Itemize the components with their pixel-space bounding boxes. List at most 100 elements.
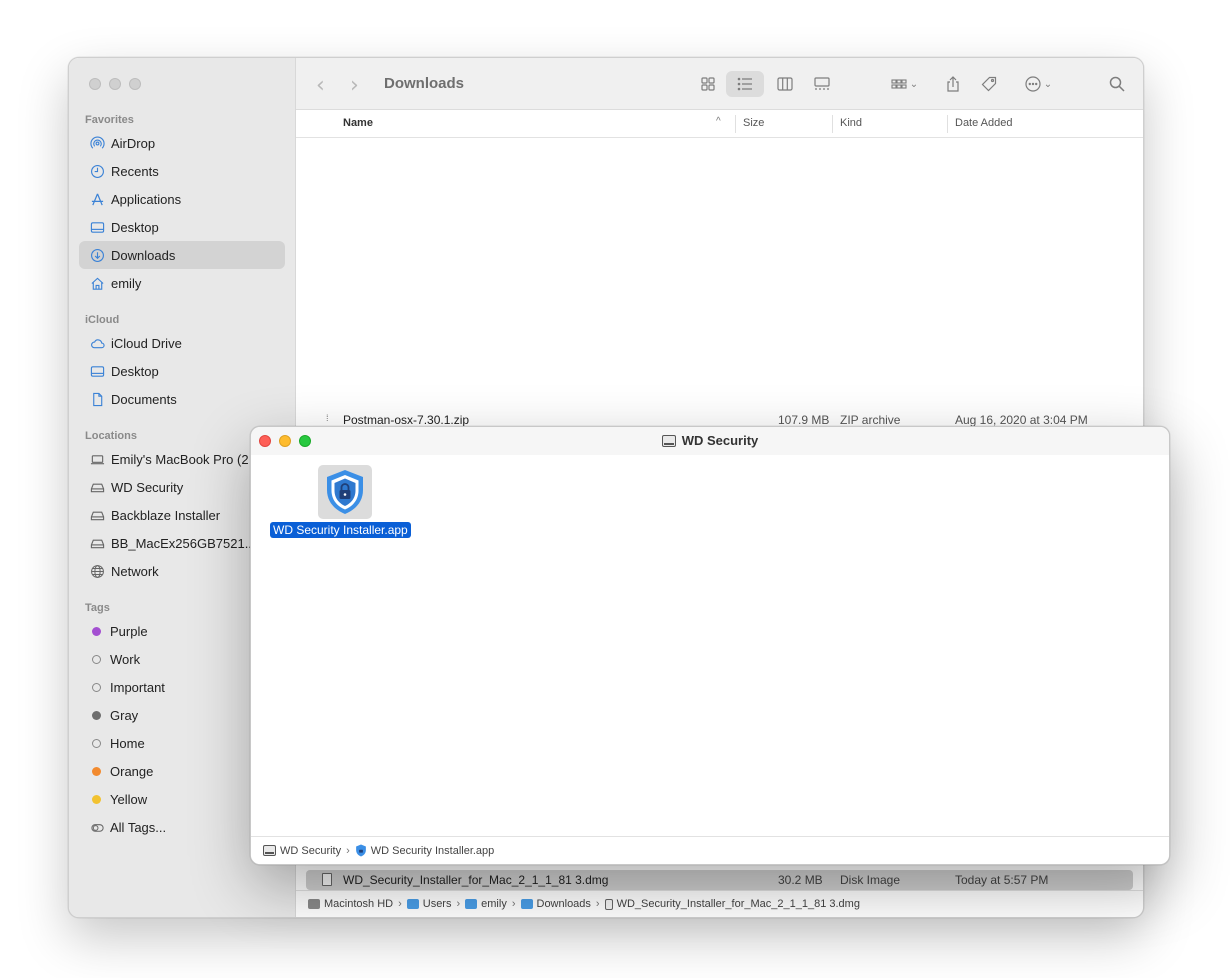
group-icon	[891, 79, 907, 89]
file-name: Postman-osx-7.30.1.zip	[343, 413, 470, 427]
column-date-added[interactable]: Date Added	[955, 117, 1013, 129]
dmg-file-icon	[322, 873, 332, 886]
sidebar-item-label: Important	[110, 679, 165, 695]
column-kind[interactable]: Kind	[840, 117, 862, 129]
grid-icon	[701, 77, 715, 91]
path-label: Users	[422, 898, 452, 910]
title-bar[interactable]: WD Security	[251, 427, 1169, 455]
tag-color-dot	[92, 766, 101, 776]
locations-header: Locations	[85, 430, 137, 442]
desktop-icon	[89, 363, 105, 379]
app-name-label[interactable]: WD Security Installer.app	[270, 522, 411, 538]
dmg-file-icon	[604, 898, 613, 910]
sidebar-item-label: Recents	[111, 163, 159, 179]
chevron-right-icon: ›	[595, 898, 600, 910]
forward-button[interactable]: ›	[350, 73, 359, 98]
path-item[interactable]: Downloads	[520, 898, 591, 910]
sidebar-item-documents[interactable]: Documents	[79, 385, 285, 413]
sidebar-item-label: emily	[111, 275, 142, 291]
shield-lock-icon	[355, 844, 366, 857]
tag-empty-dot	[92, 654, 101, 664]
sidebar-item-desktop[interactable]: Desktop	[79, 213, 285, 241]
sidebar-item-icloud-desktop[interactable]: Desktop	[79, 357, 285, 385]
table-row-selected[interactable]: WD_Security_Installer_for_Mac_2_1_1_81 3…	[306, 870, 1133, 890]
sidebar-item-label: iCloud Drive	[111, 335, 182, 351]
share-icon	[947, 76, 959, 92]
file-date: Today at 5:57 PM	[955, 873, 1049, 887]
tag-button[interactable]	[976, 71, 1002, 97]
chevron-down-icon: ⌄	[1043, 78, 1053, 90]
path-item[interactable]: WD_Security_Installer_for_Mac_2_1_1_81 3…	[604, 898, 860, 910]
desktop-icon	[89, 219, 105, 235]
sidebar-item-airdrop[interactable]: AirDrop	[79, 129, 285, 157]
sidebar-item-label: Orange	[110, 763, 154, 779]
sidebar-item-label: Downloads	[111, 247, 176, 263]
file-date: Aug 16, 2020 at 3:04 PM	[955, 413, 1088, 427]
path-item[interactable]: emily	[465, 898, 507, 910]
sidebar-item-home[interactable]: emily	[79, 269, 285, 297]
sidebar-item-label: AirDrop	[111, 135, 156, 151]
folder-icon	[406, 899, 419, 909]
applications-icon	[89, 191, 105, 207]
icloud-header: iCloud	[85, 314, 120, 326]
tag-color-dot	[92, 626, 101, 636]
sidebar-item-label: WD Security	[111, 479, 184, 495]
cloud-icon	[89, 335, 105, 351]
drive-icon	[89, 479, 105, 495]
document-icon	[89, 391, 105, 407]
sidebar-item-label: Gray	[110, 707, 139, 723]
toolbar: ‹ › Downloads ⌄ ⌄	[296, 58, 1143, 110]
path-label: Macintosh HD	[324, 898, 394, 910]
column-separator	[735, 115, 736, 133]
sidebar-item-applications[interactable]: Applications	[79, 185, 285, 213]
chevron-right-icon: ›	[511, 898, 516, 910]
sidebar-item-label: Yellow	[110, 791, 148, 807]
gallery-view-button[interactable]	[807, 71, 837, 97]
downloads-folder-icon	[520, 899, 533, 909]
path-item[interactable]: Users	[406, 898, 452, 910]
ellipsis-circle-icon	[1025, 76, 1041, 92]
path-item[interactable]: Macintosh HD	[308, 898, 393, 910]
sidebar-item-label: Applications	[111, 191, 182, 207]
sidebar-item-icloud-drive[interactable]: iCloud Drive	[79, 329, 285, 357]
list-icon	[737, 77, 752, 91]
laptop-icon	[89, 451, 105, 467]
column-view-button[interactable]	[770, 71, 800, 97]
chevron-down-icon: ⌄	[909, 78, 919, 90]
path-label: Downloads	[536, 898, 591, 910]
sort-ascending-icon: ^	[716, 116, 721, 127]
sidebar-item-label: Home	[110, 735, 145, 751]
sidebar-item-label: Documents	[111, 391, 177, 407]
file-size: 107.9 MB	[778, 413, 830, 427]
path-item[interactable]: WD Security	[263, 845, 341, 857]
minimize-button[interactable]	[109, 78, 121, 90]
back-button[interactable]: ‹	[316, 73, 325, 98]
column-name[interactable]: Name	[343, 117, 373, 129]
group-by-button[interactable]: ⌄	[884, 71, 924, 97]
list-view-button[interactable]	[726, 71, 764, 97]
sidebar-item-recents[interactable]: Recents	[79, 157, 285, 185]
path-item[interactable]: WD Security Installer.app	[355, 844, 495, 857]
tag-color-dot	[92, 794, 101, 804]
file-kind: Disk Image	[840, 873, 901, 887]
tag-color-dot	[92, 710, 101, 720]
globe-icon	[89, 563, 105, 579]
sidebar-item-label: Backblaze Installer	[111, 507, 221, 523]
tags-header: Tags	[85, 602, 110, 614]
path-label: WD_Security_Installer_for_Mac_2_1_1_81 3…	[616, 898, 860, 910]
drive-icon	[89, 507, 105, 523]
search-button[interactable]	[1104, 71, 1130, 97]
column-size[interactable]: Size	[743, 117, 764, 129]
zoom-button[interactable]	[129, 78, 141, 90]
sidebar-item-label: All Tags...	[110, 819, 167, 835]
share-button[interactable]	[940, 71, 966, 97]
sidebar-item-downloads[interactable]: Downloads	[79, 241, 285, 269]
path-label: WD Security Installer.app	[370, 844, 495, 857]
close-button[interactable]	[89, 78, 101, 90]
sidebar-item-label: Desktop	[111, 219, 159, 235]
icon-view-button[interactable]	[693, 71, 723, 97]
path-bar: Macintosh HD › Users › emily › Downloads…	[296, 890, 1143, 917]
chevron-right-icon: ›	[398, 898, 402, 910]
app-icon-selected[interactable]	[318, 465, 372, 519]
action-menu-button[interactable]: ⌄	[1018, 71, 1058, 97]
